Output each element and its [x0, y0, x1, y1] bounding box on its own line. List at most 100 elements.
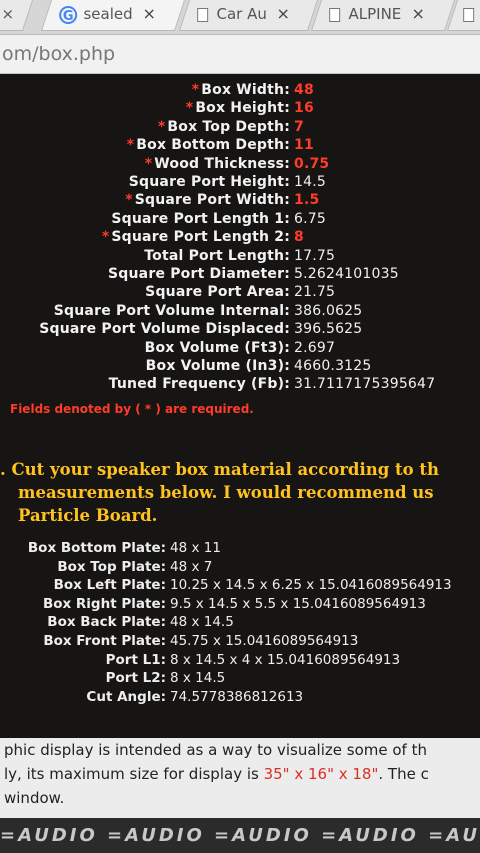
- tab-title-car-audio: Car Au: [216, 5, 267, 23]
- display-note-line-3: window.: [4, 789, 65, 807]
- required-star: *: [144, 155, 153, 172]
- plate-value: 45.75 x 15.0416089564913: [170, 633, 359, 649]
- tab-alpine[interactable]: ALPINE ×: [310, 0, 456, 31]
- field-label: Box Volume (In3):: [145, 358, 290, 374]
- field-row: Total Port Length:: [144, 248, 290, 264]
- plate-label: Box Top Plate:: [57, 558, 166, 575]
- field-value-cell: 48: [290, 82, 314, 98]
- field-row: Square Port Height:: [129, 174, 290, 190]
- plate-label: Box Left Plate:: [53, 577, 166, 594]
- step-2-heading: . Cut your speaker box material accordin…: [0, 458, 480, 527]
- field-label: Square Port Diameter:: [108, 266, 290, 282]
- field-label: Square Port Area:: [145, 284, 290, 301]
- field-label: Square Port Width:: [134, 192, 290, 209]
- plate-value: 48 x 14.5: [170, 614, 234, 631]
- required-star: *: [185, 100, 194, 117]
- plate-value: 48 x 7: [170, 558, 213, 575]
- tab-prev[interactable]: ×: [0, 0, 34, 31]
- max-size: 35" x 16" x 18": [263, 765, 379, 783]
- field-value-cell: 16: [290, 100, 314, 116]
- close-icon[interactable]: ×: [1, 0, 14, 28]
- plate-value-cell: 8 x 14.5 x 4 x 15.0416089564913: [166, 652, 400, 668]
- plate-value-cell: 10.25 x 14.5 x 6.25 x 15.0416089564913: [166, 577, 452, 593]
- plate-label: Box Bottom Plate:: [27, 540, 166, 556]
- tab-bar: × Gsealed × Car Au × ALPINE ×: [0, 0, 480, 35]
- field-label: Total Port Length:: [144, 247, 290, 264]
- field-label: Square Port Volume Internal:: [53, 302, 290, 319]
- address-bar[interactable]: om/box.php: [0, 35, 480, 74]
- field-label: Box Bottom Depth:: [136, 137, 290, 154]
- field-value-cell: 11: [290, 137, 314, 153]
- field-value-cell: 0.75: [290, 156, 329, 172]
- plate-label: Port L1:: [105, 651, 166, 668]
- field-value-cell: 1.5: [290, 192, 319, 208]
- brand-strip: =AUDIO =AUDIO =AUDIO =AUDIO =AU: [0, 818, 480, 853]
- field-row: * Box Width:: [192, 82, 290, 98]
- doc-icon: [197, 7, 209, 22]
- field-value: 1.5: [294, 192, 320, 209]
- plate-value-cell: 9.5 x 14.5 x 5.5 x 15.0416089564913: [166, 596, 426, 612]
- field-value-cell: 14.5: [290, 174, 326, 190]
- field-value-cell: 31.7117175395647: [290, 376, 435, 392]
- plate-value: 48 x 11: [170, 540, 221, 556]
- close-icon[interactable]: ×: [277, 0, 290, 28]
- step-2-line-3: Particle Board.: [18, 506, 158, 525]
- field-row: * Box Top Depth:: [158, 119, 290, 135]
- required-star: *: [126, 137, 135, 154]
- display-note-text-end: . The c: [378, 765, 429, 783]
- field-value-cell: 6.75: [290, 211, 326, 227]
- plate-label: Cut Angle:: [86, 688, 166, 705]
- field-value-cell: 396.5625: [290, 321, 362, 337]
- field-row: Box Volume (Ft3):: [145, 340, 290, 356]
- plate-value-cell: 48 x 11: [166, 540, 221, 556]
- close-icon[interactable]: ×: [143, 0, 156, 28]
- field-row: Box Volume (In3):: [146, 358, 290, 374]
- field-row: * Box Bottom Depth:: [127, 137, 290, 153]
- page-content: * Box Width: 48 * Box Height: 16 * Box Top Dept…: [0, 74, 480, 853]
- plate-value: 8 x 14.5: [170, 670, 226, 687]
- plate-label: Box Front Plate:: [43, 633, 166, 649]
- field-row: * Square Port Length 2:: [102, 229, 290, 245]
- field-label: Box Width:: [201, 82, 290, 98]
- field-value: 17.75: [294, 247, 336, 264]
- doc-icon: [329, 7, 341, 22]
- plate-value-cell: 45.75 x 15.0416089564913: [166, 633, 358, 649]
- field-row: * Square Port Width:: [125, 192, 290, 208]
- field-value-cell: 17.75: [290, 248, 335, 264]
- tab-car-audio[interactable]: Car Au ×: [178, 0, 319, 31]
- plate-value: 9.5 x 14.5 x 5.5 x 15.0416089564913: [170, 595, 426, 612]
- plate-label: Box Back Plate:: [47, 614, 166, 631]
- field-label: Tuned Frequency (Fb):: [108, 376, 290, 393]
- close-icon[interactable]: ×: [411, 0, 424, 28]
- field-row: * Wood Thickness:: [145, 156, 290, 172]
- required-star: *: [157, 118, 166, 135]
- field-value-cell: 4660.3125: [290, 358, 372, 374]
- plate-value-cell: 8 x 14.5: [166, 670, 225, 686]
- field-label: Square Port Height:: [128, 174, 290, 190]
- field-value: 8: [294, 229, 304, 246]
- field-value-cell: 386.0625: [290, 303, 362, 319]
- url-text[interactable]: om/box.php: [2, 43, 115, 65]
- field-row: Square Port Length 1:: [111, 211, 290, 227]
- field-value-cell: 8: [290, 229, 304, 245]
- field-row: Square Port Area:: [145, 284, 290, 300]
- field-label: Square Port Length 1:: [111, 210, 290, 227]
- field-row: Square Port Volume Displaced:: [39, 321, 290, 337]
- plate-value: 10.25 x 14.5 x 6.25 x 15.0416089564913: [170, 577, 452, 594]
- step-2-line-1: . Cut your speaker box material accordin…: [0, 460, 440, 479]
- plate-value: 74.5778386812613: [170, 688, 304, 705]
- field-label: Wood Thickness:: [154, 155, 290, 172]
- field-label: Square Port Volume Displaced:: [39, 321, 290, 338]
- field-value: 4660.3125: [294, 358, 372, 374]
- plate-value-cell: 48 x 7: [166, 559, 212, 575]
- field-value: 11: [294, 137, 314, 154]
- field-value-cell: 7: [290, 119, 304, 135]
- field-value: 21.75: [294, 284, 336, 301]
- tab-sealed[interactable]: Gsealed ×: [40, 0, 186, 31]
- field-value-cell: 5.2624101035: [290, 266, 399, 282]
- field-value: 14.5: [294, 174, 326, 190]
- field-value-cell: 2.697: [290, 340, 335, 356]
- field-value: 6.75: [294, 210, 326, 227]
- doc-icon: [463, 7, 475, 22]
- field-label: Box Top Depth:: [167, 118, 290, 135]
